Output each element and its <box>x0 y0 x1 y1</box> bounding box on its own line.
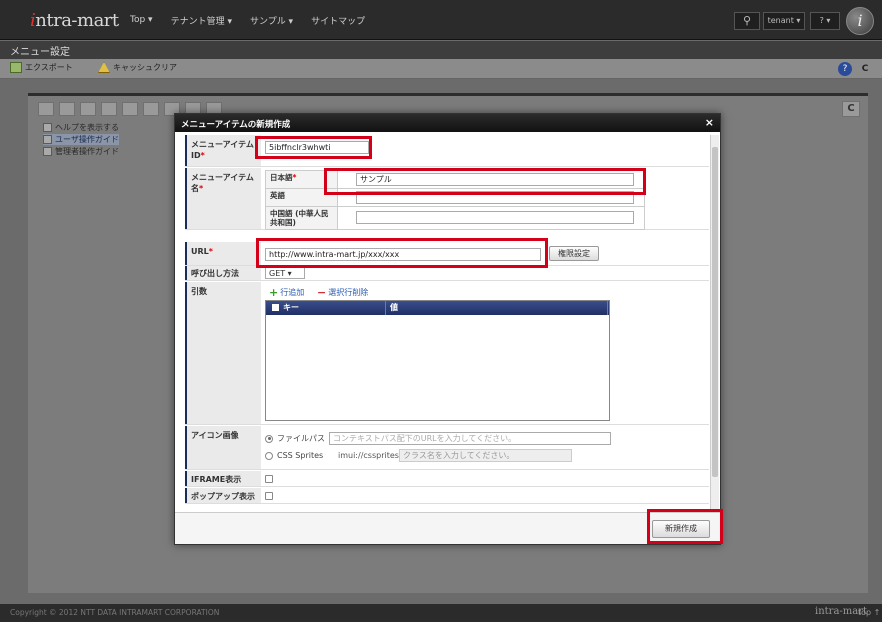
css-sprites-radio[interactable]: CSS Sprites <box>265 451 323 460</box>
collapse-icon[interactable] <box>59 102 75 116</box>
footer: Copyright © 2012 NTT DATA INTRAMART CORP… <box>0 604 882 622</box>
nav-tenant-admin[interactable]: テナント管理 ▾ <box>171 14 232 27</box>
user-menu[interactable]: tenant ▾ <box>763 12 805 30</box>
lang-label: 中国語 (中華人民共和国) <box>266 207 338 229</box>
grid-header-value: 値 <box>386 301 608 315</box>
tree-item[interactable]: 管理者操作ガイド <box>43 146 119 157</box>
panel-refresh-icon[interactable]: C <box>842 101 860 117</box>
iframe-label: IFRAME表示 <box>185 471 261 486</box>
css-class-field[interactable]: クラス名を入力してください。 <box>399 449 572 462</box>
tree-item[interactable]: ヘルプを表示する <box>43 122 119 133</box>
top-nav: Top ▾ テナント管理 ▾ サンプル ▾ サイトマップ <box>130 0 383 40</box>
add-folder-icon[interactable] <box>122 102 138 116</box>
iframe-row: IFRAME表示 <box>185 471 709 487</box>
menu-item-name-label: メニューアイテム名* <box>185 168 261 229</box>
add-item-icon[interactable] <box>101 102 117 116</box>
scrollbar-thumb[interactable] <box>712 147 718 477</box>
file-path-radio[interactable]: ファイルパス <box>265 433 325 444</box>
user-avatar[interactable]: i <box>846 7 874 35</box>
page-icon <box>43 135 52 144</box>
call-method-row: 呼び出し方法 GET ▾ <box>185 266 709 281</box>
icon-image-row: アイコン画像 ファイルパス コンテキストパス配下のURLを入力してください。 C… <box>185 426 709 470</box>
back-to-top-link[interactable]: top ↑ <box>858 608 880 617</box>
page-icon <box>43 123 52 132</box>
dialog-header: メニューアイテムの新規作成 × <box>175 114 720 132</box>
permission-settings-button[interactable]: 権限設定 <box>549 246 599 261</box>
folder-icon[interactable] <box>80 102 96 116</box>
top-header: intra-mart Top ▾ テナント管理 ▾ サンプル ▾ サイトマップ … <box>0 0 882 40</box>
copyright: Copyright © 2012 NTT DATA INTRAMART CORP… <box>10 608 220 617</box>
icon-image-label: アイコン画像 <box>185 426 261 469</box>
refresh-icon[interactable]: C <box>858 62 872 76</box>
close-icon[interactable]: × <box>705 116 714 129</box>
nav-sample[interactable]: サンプル ▾ <box>250 14 293 27</box>
grid-header-key: キー <box>266 301 386 315</box>
page-icon <box>43 147 52 156</box>
expand-icon[interactable] <box>38 102 54 116</box>
delete-selected-rows-button[interactable]: − 選択行削除 <box>317 286 368 299</box>
name-row-zh: 中国語 (中華人民共和国) <box>266 207 644 229</box>
tree-item-selected[interactable]: ユーザ操作ガイド <box>43 134 119 145</box>
radio-selected <box>265 434 273 443</box>
grid-header: キー 値 <box>266 301 609 315</box>
iframe-checkbox[interactable] <box>265 475 273 483</box>
nav-top[interactable]: Top ▾ <box>130 15 153 25</box>
css-prefix: imui://cssprites/ <box>338 451 402 460</box>
highlight-menu-item-id <box>255 136 372 159</box>
warning-icon <box>98 62 110 73</box>
popup-checkbox[interactable] <box>265 492 273 500</box>
intra-mart-logo[interactable]: intra-mart <box>30 10 119 31</box>
dialog-footer: 新規作成 <box>175 512 720 544</box>
highlight-name-ja <box>324 168 646 195</box>
select-all-checkbox[interactable] <box>272 304 279 311</box>
file-path-field[interactable]: コンテキストパス配下のURLを入力してください。 <box>329 432 611 445</box>
url-label: URL* <box>185 242 261 265</box>
highlight-create-button <box>647 509 723 544</box>
minus-icon: − <box>317 286 327 299</box>
search-icon[interactable]: ⚲ <box>734 12 760 30</box>
plus-icon: + <box>269 286 279 299</box>
page-title-bar: メニュー設定 <box>0 41 882 59</box>
help-icon[interactable]: ? <box>838 62 852 76</box>
copy-icon[interactable] <box>143 102 159 116</box>
arguments-grid: キー 値 <box>265 300 610 421</box>
clear-cache-button[interactable]: キャッシュクリア <box>98 62 177 73</box>
call-method-label: 呼び出し方法 <box>185 266 261 280</box>
dialog-scrollbar[interactable] <box>710 135 719 510</box>
export-icon <box>10 62 22 73</box>
dialog-title: メニューアイテムの新規作成 <box>181 120 291 130</box>
highlight-url <box>256 238 548 268</box>
call-method-select[interactable]: GET ▾ <box>265 267 305 279</box>
menu-item-id-label: メニューアイテムID* <box>185 135 261 166</box>
help-menu[interactable]: ? ▾ <box>810 12 840 30</box>
popup-label: ポップアップ表示 <box>185 488 261 503</box>
menu-tree: ヘルプを表示する ユーザ操作ガイド 管理者操作ガイド <box>43 122 119 158</box>
arguments-row: 引数 + 行追加 − 選択行削除 キー 値 <box>185 282 709 425</box>
page-title: メニュー設定 <box>10 47 70 58</box>
nav-sitemap[interactable]: サイトマップ <box>311 14 365 27</box>
radio-unselected <box>265 451 273 460</box>
add-row-button[interactable]: + 行追加 <box>269 286 304 299</box>
arguments-label: 引数 <box>185 282 261 424</box>
name-zh-field[interactable] <box>356 211 634 224</box>
toolbar: エクスポート キャッシュクリア ? C <box>0 59 882 79</box>
popup-row: ポップアップ表示 <box>185 488 709 504</box>
export-button[interactable]: エクスポート <box>10 62 73 73</box>
